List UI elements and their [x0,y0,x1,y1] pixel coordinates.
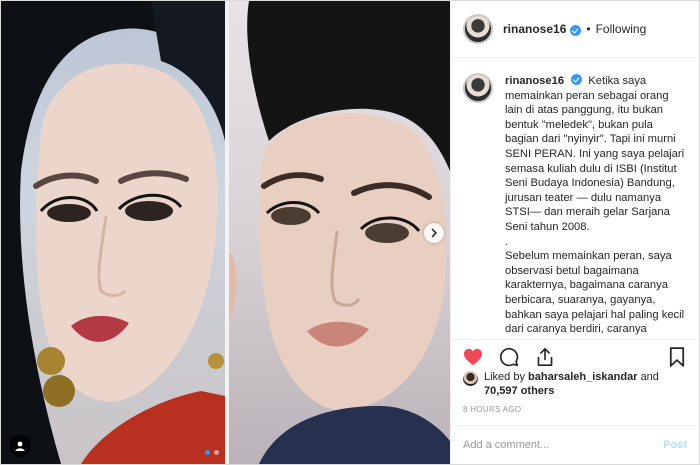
carousel-dot-1 [205,450,210,455]
post-header: rinanose16 • Following [451,1,699,58]
likes-count[interactable]: 70,597 others [484,385,554,397]
likes-conjunction: and [640,371,659,383]
carousel-next-button[interactable] [424,223,444,243]
comment-form: Post [451,425,699,464]
carousel-indicator [205,450,219,455]
user-tag-icon [15,441,25,451]
caption-username[interactable]: rinanose16 [505,75,564,87]
caption-avatar[interactable] [463,73,493,103]
photo-left [1,1,225,464]
caption-text: rinanose16 Ketika saya memainkan peran s… [505,73,685,339]
user-tag-button[interactable] [9,435,31,457]
caption-paragraph-2: . [505,235,509,248]
header-separator: • [586,22,591,36]
caption-paragraph-1: Ketika saya memainkan peran sebagai oran… [505,75,688,233]
post-comment-button[interactable]: Post [663,439,687,451]
post-dialog: rinanose16 • Following rinanose16 Ketika… [0,0,700,465]
bookmark-icon [669,346,685,367]
post-timestamp[interactable]: 8 HOURS AGO [463,405,521,414]
comment-icon [499,347,519,366]
save-button[interactable] [666,346,688,368]
post-media[interactable] [1,1,450,464]
action-bar [451,339,699,373]
verified-badge-icon [571,74,583,85]
photo-right [229,1,450,464]
post-side-panel: rinanose16 • Following rinanose16 Ketika… [450,1,699,464]
follow-status-button[interactable]: Following [596,22,647,36]
likes-text: Liked by baharsaleh_iskandar and 70,597 … [484,370,659,398]
likes-summary: Liked by baharsaleh_iskandar and 70,597 … [463,370,693,398]
liked-by-user[interactable]: baharsaleh_iskandar [528,371,637,383]
verified-badge-icon [570,24,582,36]
likes-prefix: Liked by [484,371,525,383]
share-button[interactable] [534,346,556,368]
like-button[interactable] [462,346,484,368]
carousel-dot-2 [214,450,219,455]
caption-area: rinanose16 Ketika saya memainkan peran s… [451,59,699,339]
header-username[interactable]: rinanose16 [503,22,566,36]
liker-avatar[interactable] [463,371,478,386]
comment-input[interactable] [463,439,664,451]
share-icon [537,347,553,366]
avatar[interactable] [463,14,493,44]
caption-paragraph-3: Sebelum memainkan peran, saya observasi … [505,250,685,339]
chevron-right-icon [431,228,438,238]
heart-icon [464,348,482,365]
comment-button[interactable] [498,346,520,368]
